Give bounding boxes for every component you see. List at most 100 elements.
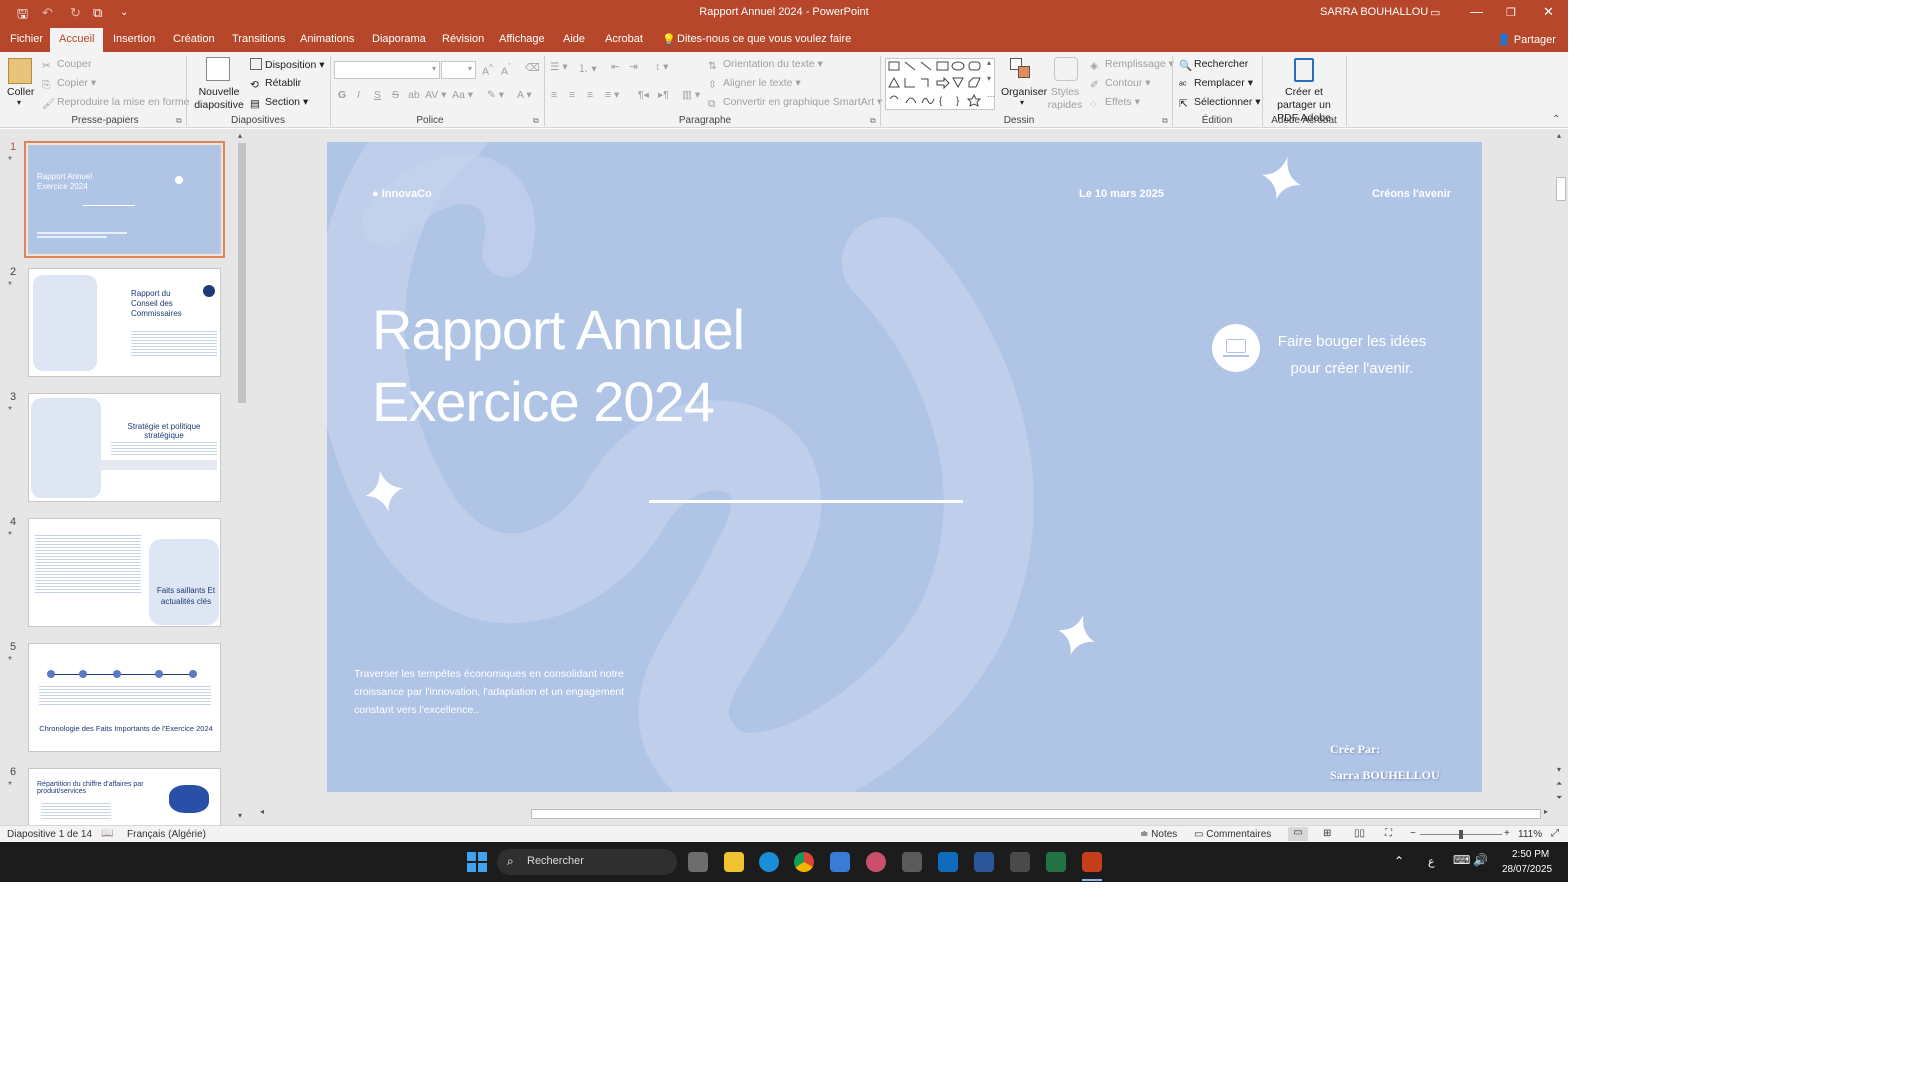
arrange-icon[interactable] xyxy=(1010,58,1032,80)
zoom-in-icon[interactable]: + xyxy=(1504,828,1510,839)
paragraph-launcher-icon[interactable]: ⧉ xyxy=(870,116,876,126)
underline-icon[interactable]: S xyxy=(374,89,381,101)
volume-icon[interactable]: 🔊 xyxy=(1473,853,1488,867)
shape-effects-button[interactable]: ◌ Effets ▾ xyxy=(1090,96,1140,110)
scroll-up-icon[interactable]: ▴ xyxy=(238,131,242,140)
current-slide[interactable]: ● InnovaCo Le 10 mars 2025 Créons l'aven… xyxy=(327,142,1482,792)
replace-button[interactable]: ᵃᶜ Remplacer ▾ xyxy=(1179,77,1253,91)
slide-thumbnail-4[interactable]: Faits saillants Et actualités clés xyxy=(28,518,221,627)
quick-styles-icon[interactable] xyxy=(1054,57,1078,81)
shapes-scroll-up-icon[interactable]: ▴ xyxy=(987,58,991,67)
language-indicator[interactable]: Français (Algérie) xyxy=(127,829,206,840)
shapes-more-icon[interactable]: ⋯ xyxy=(987,92,995,101)
zoom-level[interactable]: 111% xyxy=(1518,829,1542,840)
tab-animations[interactable]: Animations xyxy=(300,33,354,45)
file-explorer-icon[interactable] xyxy=(724,852,744,872)
font-color-icon[interactable]: A ▾ xyxy=(517,89,532,101)
next-slide-icon[interactable]: ⏷ xyxy=(1556,793,1562,803)
previous-slide-icon[interactable]: ⏶ xyxy=(1556,779,1562,789)
word-icon[interactable] xyxy=(974,852,994,872)
line-spacing-icon[interactable]: ↕ ▾ xyxy=(655,61,668,73)
layout-button[interactable]: Disposition ▾ xyxy=(250,58,325,71)
arrange-dropdown-icon[interactable]: ▾ xyxy=(1020,98,1024,107)
scroll-down-icon[interactable]: ▾ xyxy=(238,811,242,820)
fit-slide-icon[interactable]: ⤢ xyxy=(1551,828,1559,839)
paste-button[interactable]: Coller xyxy=(7,86,34,98)
format-painter-button[interactable]: 🖌 Reproduire la mise en forme xyxy=(42,96,189,110)
section-button[interactable]: ▤ Section ▾ xyxy=(250,96,308,110)
clock-date[interactable]: 28/07/2025 xyxy=(1502,864,1552,875)
bold-icon[interactable]: G xyxy=(338,89,346,101)
increase-indent-icon[interactable]: ⇥ xyxy=(629,61,638,73)
arrange-button[interactable]: Organiser xyxy=(1001,86,1047,98)
reset-button[interactable]: ⟲ Rétablir xyxy=(250,77,301,91)
zoom-out-icon[interactable]: − xyxy=(1410,828,1416,839)
align-center-icon[interactable]: ≡ xyxy=(569,89,575,101)
tab-affichage[interactable]: Affichage xyxy=(499,33,545,45)
font-size-dropdown-icon[interactable]: ▾ xyxy=(468,64,472,73)
scroll-thumb[interactable] xyxy=(531,809,1541,819)
app-icon[interactable] xyxy=(866,852,886,872)
slideshow-icon[interactable]: ⛶ xyxy=(1385,828,1392,839)
font-name-input[interactable]: ▾ xyxy=(334,61,440,79)
share-button[interactable]: 👤 Partager xyxy=(1497,33,1556,46)
editor-horizontal-scrollbar[interactable]: ◂ ▸ xyxy=(256,807,1552,821)
highlight-icon[interactable]: ✎ ▾ xyxy=(487,89,504,101)
scroll-thumb[interactable] xyxy=(1556,177,1566,201)
decrease-indent-icon[interactable]: ⇤ xyxy=(611,61,620,73)
numbering-icon[interactable]: ⒈ ▾ xyxy=(578,61,597,76)
clipboard-launcher-icon[interactable]: ⧉ xyxy=(176,116,182,126)
shape-outline-button[interactable]: ✐ Contour ▾ xyxy=(1090,77,1151,91)
notes-button[interactable]: ≐ Notes xyxy=(1140,829,1177,840)
columns-icon[interactable]: ▥ ▾ xyxy=(682,89,700,101)
outlook-icon[interactable] xyxy=(938,852,958,872)
italic-icon[interactable]: I xyxy=(357,89,360,101)
powerpoint-icon[interactable] xyxy=(1082,852,1102,872)
char-spacing-icon[interactable]: ab xyxy=(408,89,420,101)
slide-thumbnail-1[interactable]: Rapport Annuel Exercice 2024 xyxy=(24,141,225,258)
scroll-down-icon[interactable]: ▾ xyxy=(1557,765,1561,774)
new-slide-button[interactable]: Nouvelle diapositive xyxy=(193,86,245,112)
slide-title[interactable]: Rapport Annuel Exercice 2024 xyxy=(372,294,745,438)
text-direction-rtl-icon[interactable]: ¶◂ xyxy=(638,89,649,101)
paste-dropdown-icon[interactable]: ▾ xyxy=(17,98,21,107)
spacing-icon[interactable]: AV ▾ xyxy=(425,89,446,101)
cut-button[interactable]: ✂ Couper xyxy=(42,58,91,72)
strikethrough-icon[interactable]: S xyxy=(392,89,399,101)
tab-acrobat[interactable]: Acrobat xyxy=(605,33,643,45)
align-right-icon[interactable]: ≡ xyxy=(587,89,593,101)
font-name-dropdown-icon[interactable]: ▾ xyxy=(432,64,436,73)
chrome-icon[interactable] xyxy=(794,852,814,872)
align-left-icon[interactable]: ≡ xyxy=(551,89,557,101)
scroll-up-icon[interactable]: ▴ xyxy=(1557,131,1561,140)
increase-font-icon[interactable]: A^ xyxy=(482,62,493,78)
reading-view-icon[interactable]: ▯▯ xyxy=(1354,828,1365,839)
slide-thumbnail-2[interactable]: Rapport du Conseil des Commissaires xyxy=(28,268,221,377)
taskbar-search[interactable]: ⌕ Rechercher xyxy=(497,849,677,875)
clear-format-icon[interactable]: ⌫ xyxy=(525,62,540,74)
restore-icon[interactable]: ❐ xyxy=(1506,6,1516,19)
keyboard-language[interactable]: ع xyxy=(1428,855,1435,868)
windows-start-icon[interactable] xyxy=(467,852,487,872)
minimize-icon[interactable]: — xyxy=(1470,4,1483,19)
tab-creation[interactable]: Création xyxy=(173,33,215,45)
tab-transitions[interactable]: Transitions xyxy=(232,33,285,45)
tell-me-search[interactable]: Dites-nous ce que vous voulez faire xyxy=(677,33,851,45)
change-case-icon[interactable]: Aa ▾ xyxy=(452,89,473,101)
font-launcher-icon[interactable]: ⧉ xyxy=(533,116,539,126)
shapes-scroll-down-icon[interactable]: ▾ xyxy=(987,74,991,83)
smartart-button[interactable]: ⧉ Convertir en graphique SmartArt ▾ xyxy=(708,96,882,110)
tab-revision[interactable]: Révision xyxy=(442,33,484,45)
tab-insertion[interactable]: Insertion xyxy=(113,33,155,45)
shapes-gallery[interactable]: { } xyxy=(885,58,995,110)
scroll-thumb[interactable] xyxy=(238,143,246,403)
editor-vertical-scrollbar[interactable]: ▴ ▾ ⏶ ⏷ xyxy=(1554,129,1568,807)
select-button[interactable]: ⇱ Sélectionner ▾ xyxy=(1179,96,1261,110)
slide-thumbnail-3[interactable]: Stratégie et politique stratégique xyxy=(28,393,221,502)
bullets-icon[interactable]: ☰ ▾ xyxy=(550,61,568,73)
decrease-font-icon[interactable]: Aˇ xyxy=(501,62,511,78)
justify-icon[interactable]: ≡ ▾ xyxy=(605,89,619,101)
excel-icon[interactable] xyxy=(1046,852,1066,872)
font-size-input[interactable]: ▾ xyxy=(441,61,476,79)
scroll-right-icon[interactable]: ▸ xyxy=(1544,807,1548,816)
